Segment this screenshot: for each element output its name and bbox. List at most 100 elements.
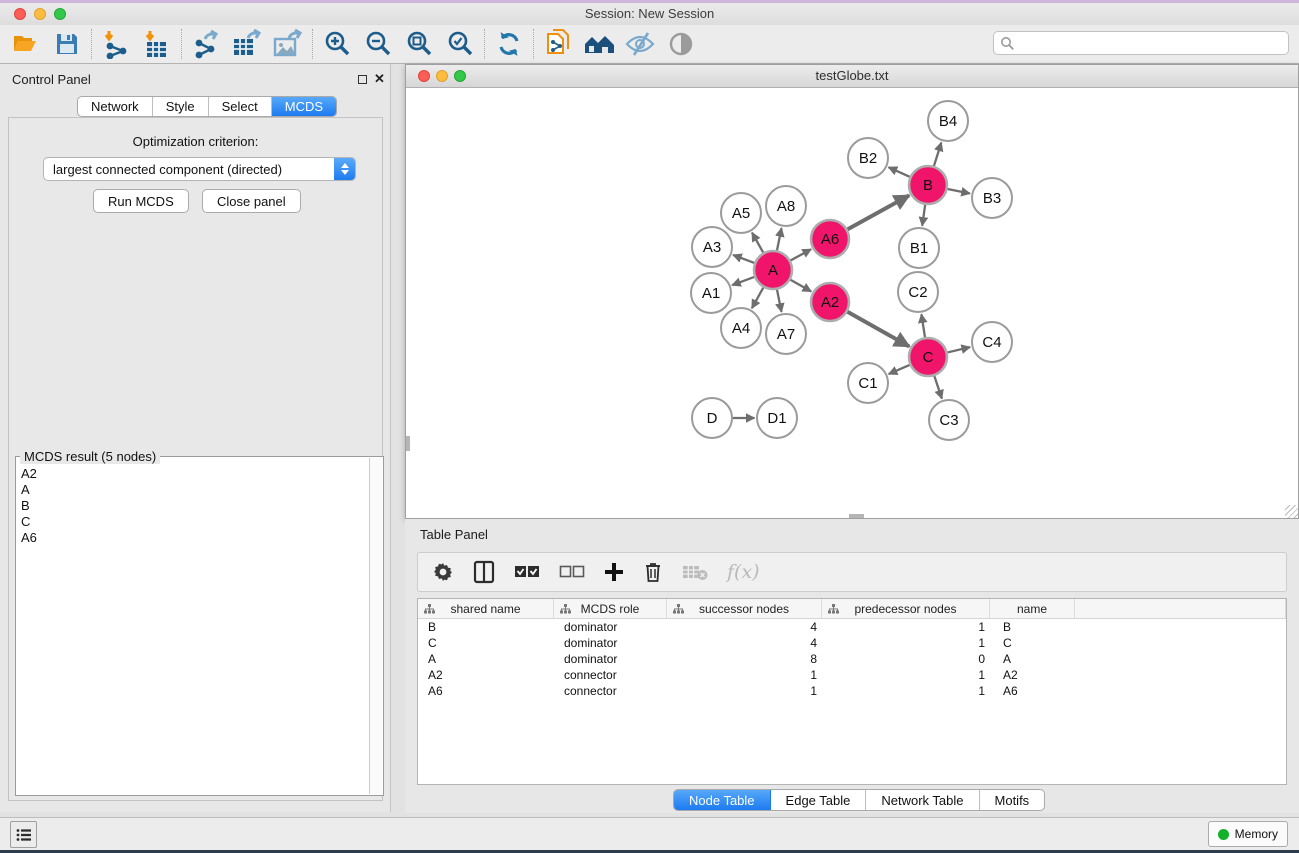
mcds-result-item[interactable]: B — [21, 498, 369, 514]
tab-edge-table[interactable]: Edge Table — [771, 790, 867, 810]
close-panel-icon[interactable]: ✕ — [374, 71, 385, 87]
graph-edge-B-B1[interactable] — [922, 205, 925, 226]
close-window-button[interactable] — [14, 8, 26, 20]
column-header-shared-name[interactable]: shared name — [418, 599, 554, 618]
graph-node-label: A8 — [777, 198, 795, 215]
graph-edge-A2-C[interactable] — [847, 312, 909, 347]
network-view-window: testGlobe.txt B4B2BB3A8A5A6B1A3AC2A1A2A4… — [405, 64, 1299, 519]
table-cell: 1 — [667, 667, 822, 683]
tab-network-table[interactable]: Network Table — [866, 790, 979, 810]
optimization-criterion-select[interactable]: largest connected component (directed) — [43, 157, 356, 181]
graph-node-label: A3 — [703, 239, 721, 256]
minimize-network-window-button[interactable] — [436, 70, 448, 82]
zoom-fit-icon[interactable] — [403, 28, 435, 60]
zoom-out-icon[interactable] — [362, 28, 394, 60]
graph-edge-C-C1[interactable] — [889, 365, 910, 374]
zoom-selected-icon[interactable] — [444, 28, 476, 60]
window-resize-grip[interactable] — [1285, 505, 1298, 518]
float-panel-icon[interactable] — [358, 75, 367, 84]
deselect-all-checkboxes-icon[interactable] — [559, 560, 585, 584]
attribute-tree-icon — [828, 604, 839, 614]
network-window-titlebar[interactable]: testGlobe.txt — [406, 65, 1298, 88]
graph-edge-A-A4[interactable] — [752, 288, 763, 309]
open-file-icon[interactable] — [10, 28, 42, 60]
mcds-result-groupbox: MCDS result (5 nodes) A2ABCA6 — [15, 456, 384, 796]
delete-column-trash-icon[interactable] — [643, 560, 663, 584]
minimize-window-button[interactable] — [34, 8, 46, 20]
graph-edge-C-C2[interactable] — [921, 314, 925, 337]
graph-edge-A-A6[interactable] — [791, 249, 812, 260]
table-row[interactable]: A2connector11A2 — [418, 667, 1286, 683]
graph-edge-A6-B[interactable] — [848, 195, 910, 229]
table-panel: Table Panel ✕ — [405, 519, 1299, 813]
graph-edge-C-C4[interactable] — [947, 347, 970, 352]
control-panel-tabs: NetworkStyleSelectMCDS — [77, 96, 337, 117]
graph-edge-A-A7[interactable] — [777, 290, 782, 312]
add-column-icon[interactable] — [604, 560, 624, 584]
memory-button[interactable]: Memory — [1208, 821, 1288, 847]
mcds-result-list[interactable]: A2ABCA6 — [17, 458, 369, 794]
hide-graphics-eye-slash-icon[interactable] — [624, 28, 656, 60]
task-history-list-icon[interactable] — [10, 821, 37, 848]
table-panel-tabs: Node TableEdge TableNetwork TableMotifs — [673, 789, 1045, 811]
column-header-successor-nodes[interactable]: successor nodes — [667, 599, 822, 618]
graph-edge-A-A5[interactable] — [752, 233, 763, 253]
table-row[interactable]: Cdominator41C — [418, 635, 1286, 651]
table-cell: 1 — [667, 683, 822, 699]
export-image-icon[interactable] — [272, 28, 304, 60]
tab-node-table[interactable]: Node Table — [674, 790, 771, 810]
search-input[interactable] — [1015, 36, 1288, 50]
show-graphics-eye-icon[interactable] — [665, 28, 697, 60]
run-mcds-button[interactable]: Run MCDS — [93, 189, 189, 213]
graph-edge-A-A1[interactable] — [732, 277, 754, 285]
table-cell: 4 — [667, 619, 822, 635]
import-table-file-icon[interactable] — [141, 28, 173, 60]
graph-edge-A-A8[interactable] — [777, 228, 782, 250]
network-canvas[interactable]: B4B2BB3A8A5A6B1A3AC2A1A2A4A7C4CC1C3DD1 — [406, 88, 1298, 518]
zoom-in-icon[interactable] — [321, 28, 353, 60]
graph-node-label: B4 — [939, 113, 957, 130]
mcds-result-item[interactable]: A2 — [21, 466, 369, 482]
home-view-icon[interactable] — [583, 28, 615, 60]
export-table-icon[interactable] — [231, 28, 263, 60]
save-session-icon[interactable] — [51, 28, 83, 60]
zoom-network-window-button[interactable] — [454, 70, 466, 82]
graph-edge-B-B2[interactable] — [889, 167, 910, 177]
settings-gear-icon[interactable] — [432, 560, 454, 584]
column-header-name[interactable]: name — [990, 599, 1075, 618]
close-panel-button[interactable]: Close panel — [202, 189, 301, 213]
column-header-predecessor-nodes[interactable]: predecessor nodes — [822, 599, 990, 618]
table-row[interactable]: A6connector11A6 — [418, 683, 1286, 699]
column-header-label: predecessor nodes — [854, 602, 956, 616]
graph-edge-B-B3[interactable] — [948, 189, 970, 194]
zoom-window-button[interactable] — [54, 8, 66, 20]
tab-network[interactable]: Network — [78, 97, 153, 116]
duplicate-network-icon[interactable] — [542, 28, 574, 60]
tab-select[interactable]: Select — [209, 97, 272, 116]
mcds-result-item[interactable]: A6 — [21, 530, 369, 546]
graph-edge-A-A2[interactable] — [790, 280, 811, 292]
column-visibility-icon[interactable] — [473, 560, 495, 584]
table-row[interactable]: Adominator80A — [418, 651, 1286, 667]
tab-style[interactable]: Style — [153, 97, 209, 116]
tab-mcds[interactable]: MCDS — [272, 97, 336, 116]
mcds-result-item[interactable]: A — [21, 482, 369, 498]
column-header-MCDS-role[interactable]: MCDS role — [554, 599, 667, 618]
graph-edge-B-B4[interactable] — [934, 142, 941, 165]
tab-motifs[interactable]: Motifs — [980, 790, 1045, 810]
graph-edge-A-A3[interactable] — [733, 255, 754, 263]
mcds-result-item[interactable]: C — [21, 514, 369, 530]
table-row[interactable]: Bdominator41B — [418, 619, 1286, 635]
search-box[interactable] — [993, 31, 1289, 55]
graph-node-label: A5 — [732, 205, 750, 222]
mcds-tab-pane: Optimization criterion: largest connecte… — [8, 117, 383, 801]
refresh-layout-icon[interactable] — [493, 28, 525, 60]
graph-edge-C-C3[interactable] — [934, 376, 942, 399]
toolbar-separator — [312, 29, 313, 59]
column-header-label: shared name — [450, 602, 520, 616]
select-all-checkboxes-icon[interactable] — [514, 560, 540, 584]
close-network-window-button[interactable] — [418, 70, 430, 82]
export-network-icon[interactable] — [190, 28, 222, 60]
import-network-file-icon[interactable] — [100, 28, 132, 60]
result-list-scrollbar[interactable] — [369, 458, 382, 794]
